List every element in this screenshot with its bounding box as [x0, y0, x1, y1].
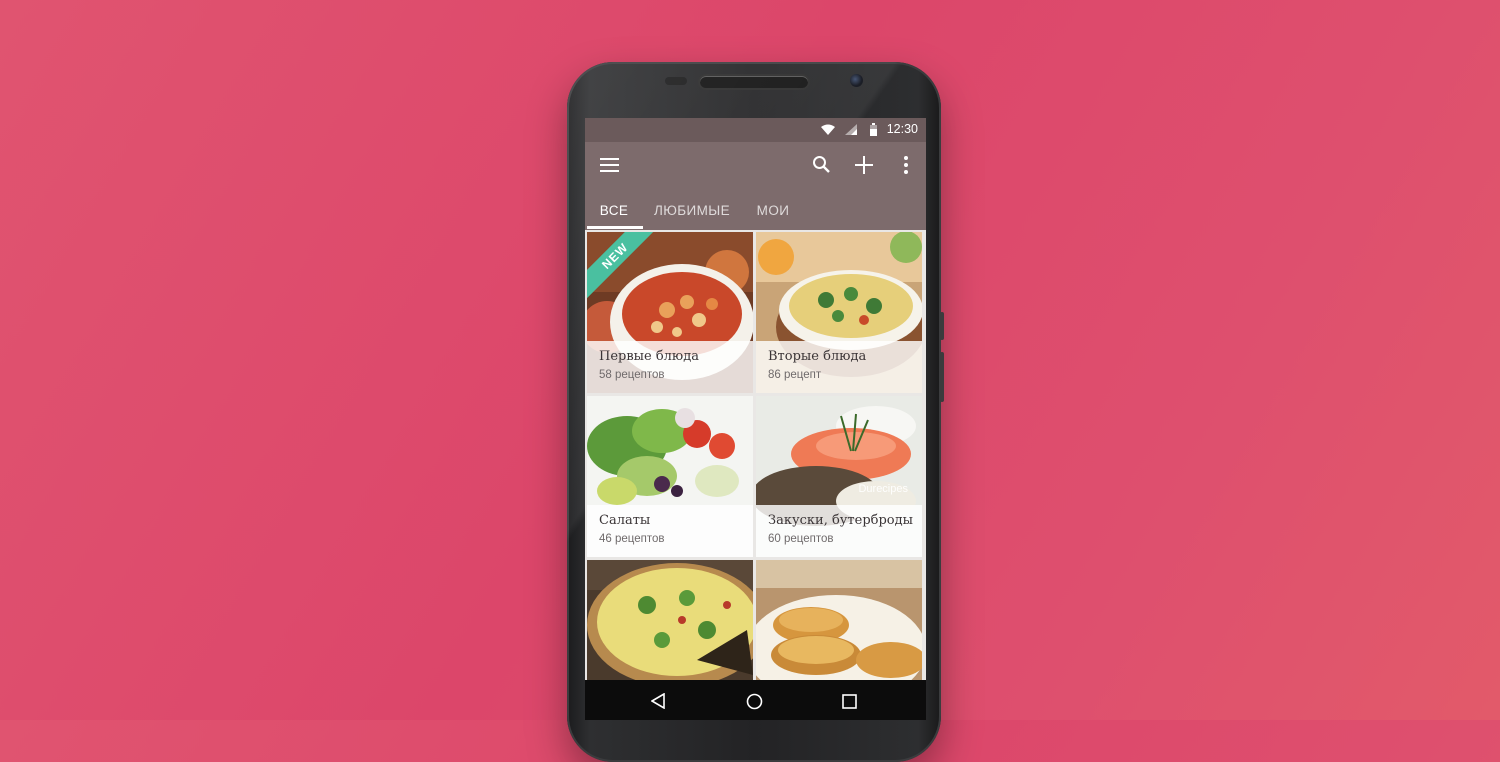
status-time: 12:30 — [886, 122, 918, 136]
proximity-sensor — [665, 77, 687, 85]
volume-button — [940, 312, 944, 340]
card-title: Закуски, бутерброды — [768, 513, 913, 528]
app-screen: 12:30 ВСЕ ЛЮБИМЫЕ МОИ NEW Первые блюда 5… — [585, 118, 926, 680]
power-button — [940, 352, 944, 402]
tab-mine[interactable]: МОИ — [751, 198, 795, 230]
more-vert-icon[interactable] — [903, 156, 909, 174]
card-title: Вторые блюда — [768, 349, 867, 364]
pancakes-image — [756, 560, 922, 680]
card-count: 60 рецептов — [768, 533, 834, 545]
app-bar: ВСЕ ЛЮБИМЫЕ МОИ — [585, 142, 926, 230]
category-grid: NEW Первые блюда 58 рецептов Вторые блюд… — [585, 230, 926, 680]
category-card-second-courses[interactable]: Вторые блюда 86 рецепт — [756, 232, 922, 393]
card-caption: Первые блюда 58 рецептов — [587, 341, 753, 393]
card-count: 46 рецептов — [599, 533, 665, 545]
nav-bar — [585, 680, 926, 720]
tab-favorites[interactable]: ЛЮБИМЫЕ — [651, 198, 733, 230]
card-caption: Салаты 46 рецептов — [587, 505, 753, 557]
category-card-appetizers[interactable]: Durecipes Закуски, бутерброды 60 рецепто… — [756, 396, 922, 557]
status-bar: 12:30 — [585, 118, 926, 142]
category-card-first-courses[interactable]: NEW Первые блюда 58 рецептов — [587, 232, 753, 393]
card-count: 58 рецептов — [599, 369, 665, 381]
add-icon[interactable] — [855, 156, 873, 174]
front-camera — [850, 74, 863, 87]
card-count: 86 рецепт — [768, 369, 822, 381]
menu-icon[interactable] — [600, 158, 620, 172]
card-caption: Закуски, бутерброды 60 рецептов — [756, 505, 922, 557]
category-card-pastries[interactable] — [756, 560, 922, 680]
signal-icon — [845, 124, 857, 135]
quiche-image — [587, 560, 753, 680]
card-caption: Вторые блюда 86 рецепт — [756, 341, 922, 393]
category-card-salads[interactable]: Салаты 46 рецептов — [587, 396, 753, 557]
card-title: Салаты — [599, 513, 651, 528]
category-card-pies[interactable] — [587, 560, 753, 680]
battery-icon — [870, 123, 877, 136]
home-icon[interactable] — [746, 693, 763, 710]
image-watermark: Durecipes — [858, 483, 908, 495]
wifi-icon — [821, 124, 835, 135]
card-title: Первые блюда — [599, 349, 700, 364]
earpiece-speaker — [700, 76, 808, 88]
search-icon[interactable] — [812, 155, 832, 175]
tab-indicator — [587, 226, 643, 229]
recents-icon[interactable] — [842, 694, 857, 709]
back-icon[interactable] — [651, 693, 665, 709]
